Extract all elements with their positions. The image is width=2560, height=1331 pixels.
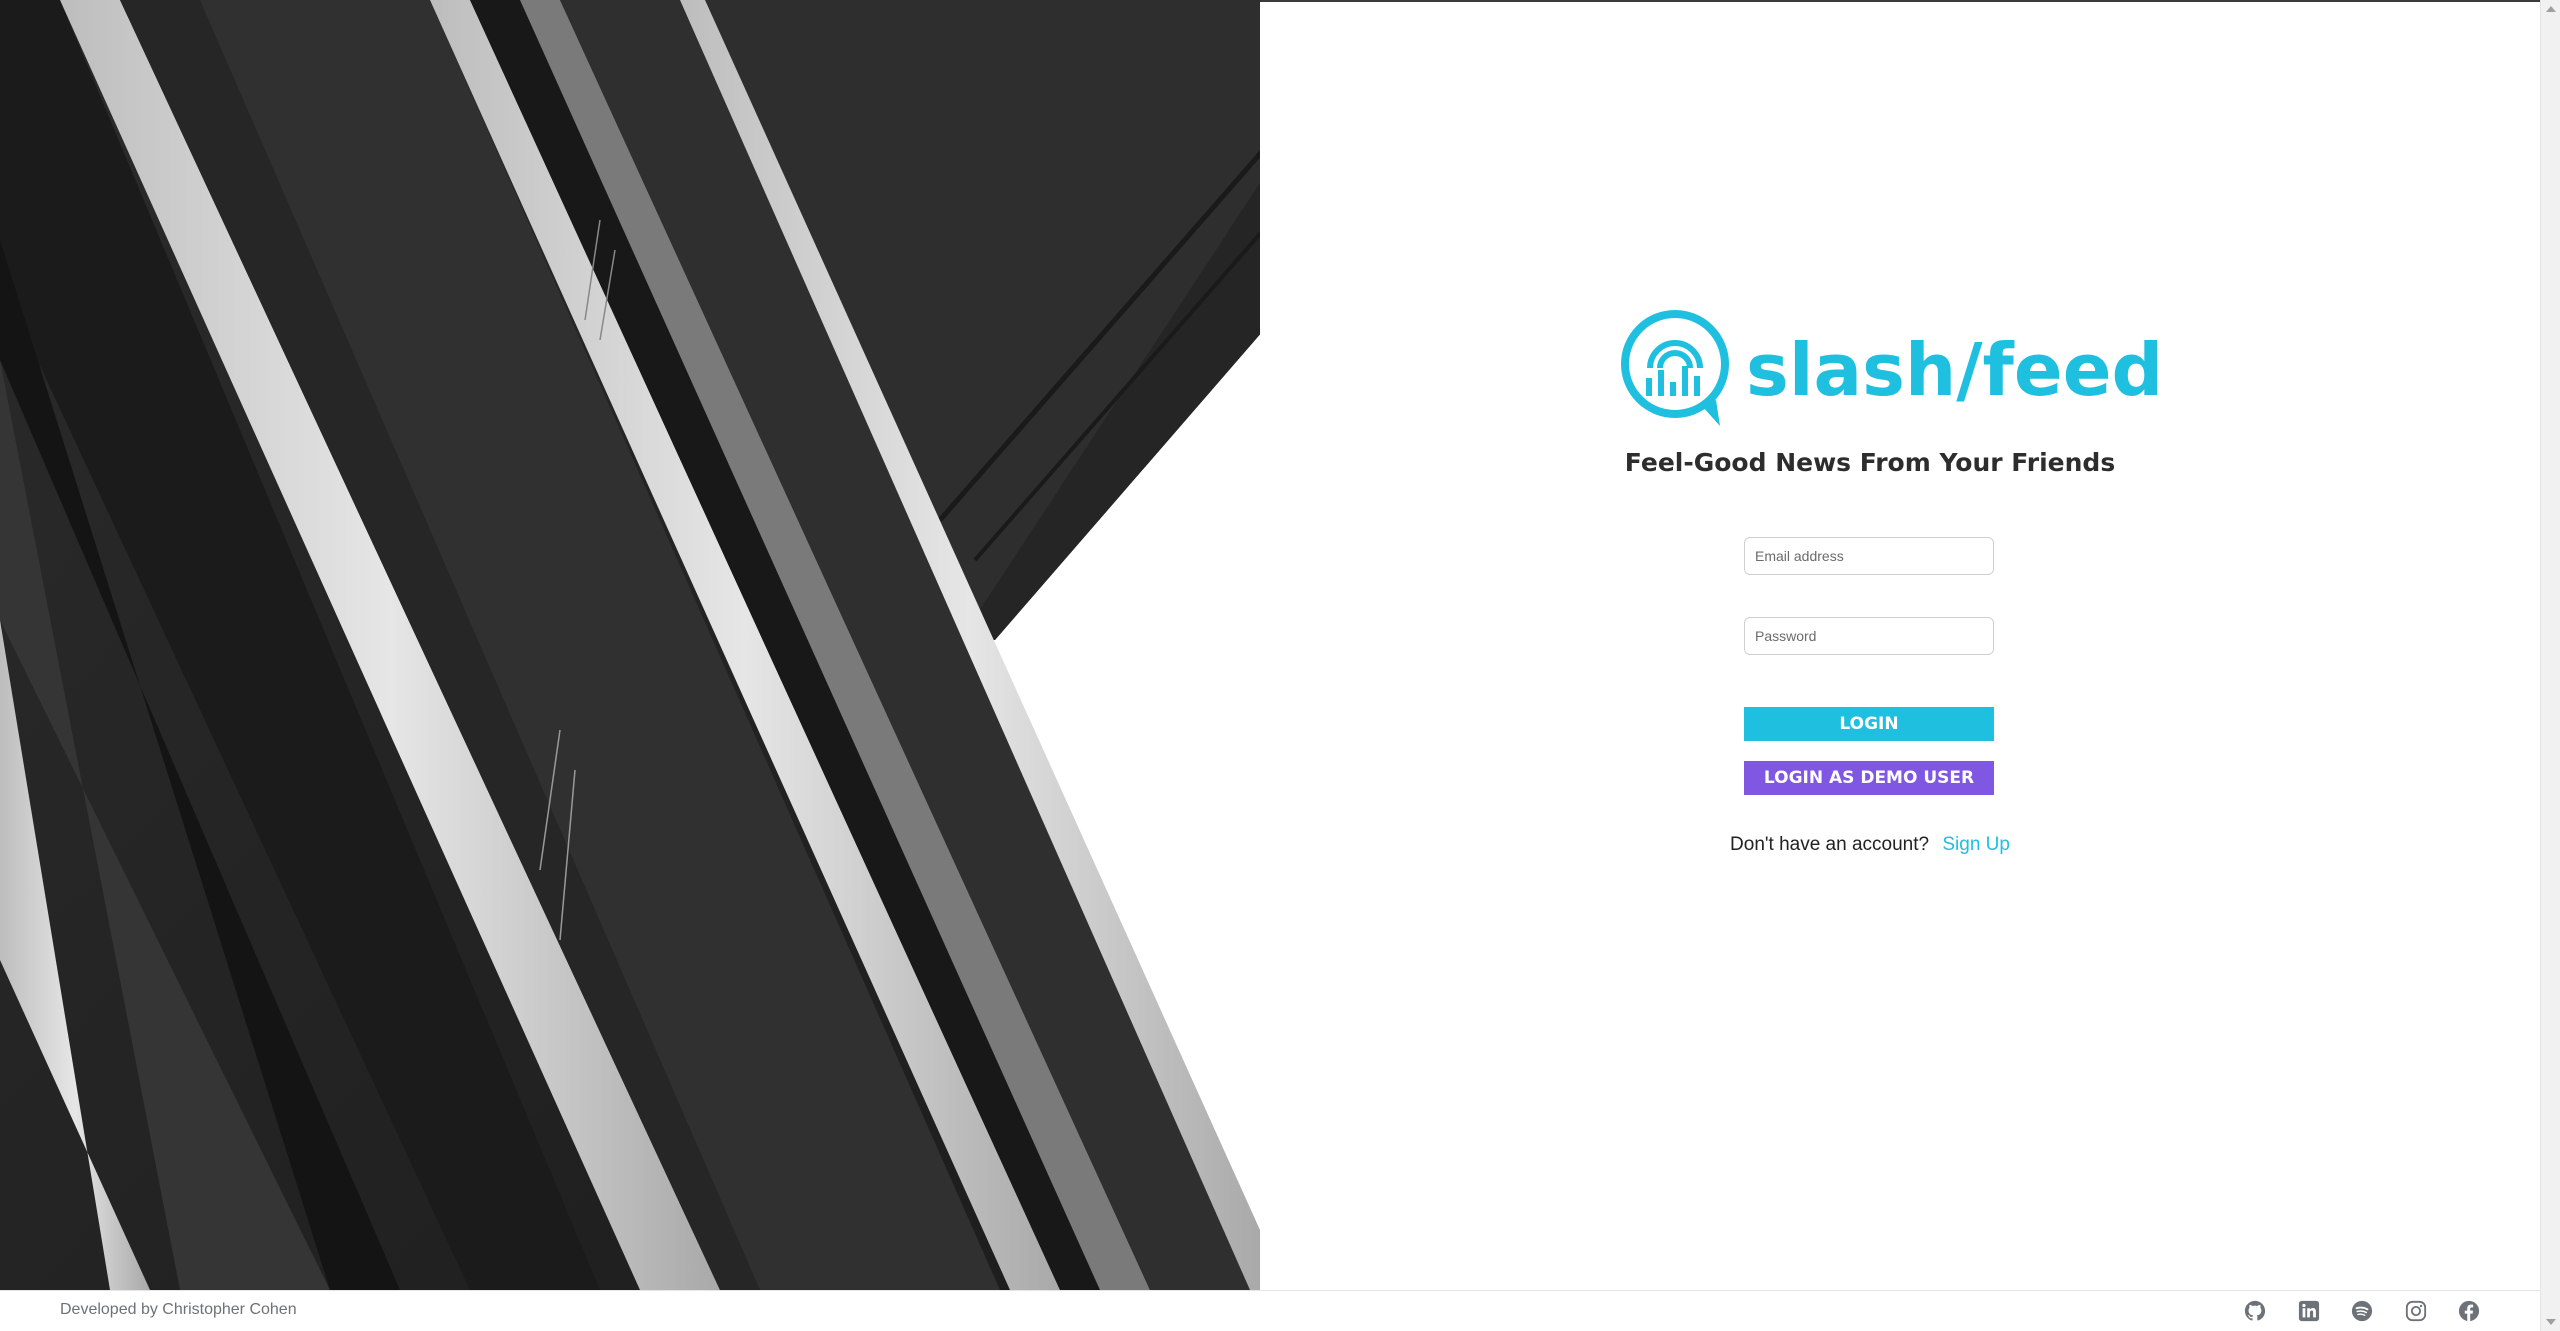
demo-login-button[interactable]: LOGIN AS DEMO USER <box>1744 761 1994 795</box>
tagline: Feel-Good News From Your Friends <box>1624 448 2116 477</box>
facebook-icon[interactable] <box>2458 1300 2480 1322</box>
email-field[interactable] <box>1744 537 1994 575</box>
footer: Developed by Christopher Cohen <box>0 1290 2540 1330</box>
signup-prompt: Don't have an account? <box>1730 834 1930 855</box>
vertical-scrollbar[interactable] <box>2540 0 2560 1331</box>
linkedin-icon[interactable] <box>2298 1300 2320 1322</box>
chat-bubble-chart-icon <box>1621 310 1729 426</box>
password-field[interactable] <box>1744 617 1994 655</box>
brand-logo: slash/feed <box>1620 308 2163 432</box>
login-panel: slash/feed Feel-Good News From Your Frie… <box>1560 300 2180 900</box>
spotify-icon[interactable] <box>2351 1300 2373 1322</box>
footer-credit: Developed by Christopher Cohen <box>60 1301 297 1318</box>
scroll-up-arrow-icon[interactable] <box>2546 6 2556 12</box>
login-button[interactable]: LOGIN <box>1744 707 1994 741</box>
login-page: slash/feed Feel-Good News From Your Frie… <box>0 0 2560 1331</box>
github-icon[interactable] <box>2244 1300 2266 1322</box>
brand-name: slash/feed <box>1746 328 2164 412</box>
instagram-icon[interactable] <box>2405 1300 2427 1322</box>
signup-link[interactable]: Sign Up <box>1942 834 2010 855</box>
scroll-down-arrow-icon[interactable] <box>2546 1319 2556 1325</box>
hero-background-photo <box>0 0 1260 1290</box>
signup-row: Don't have an account? Sign Up <box>1560 834 2180 856</box>
